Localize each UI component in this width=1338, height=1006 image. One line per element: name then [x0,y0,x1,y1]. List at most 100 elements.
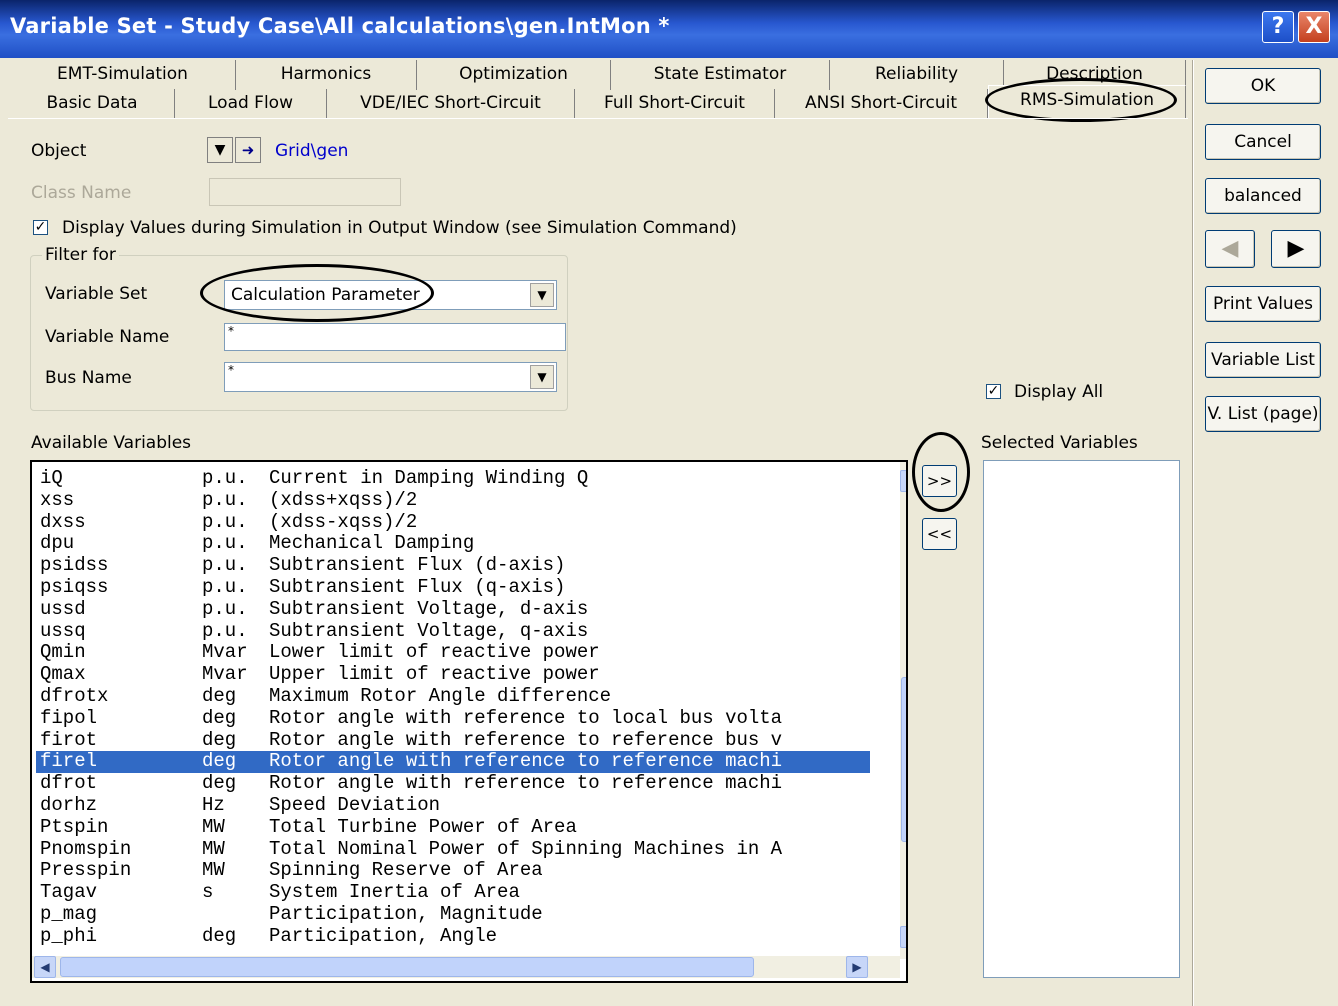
variable-name: dpu [40,532,75,555]
variable-desc: Participation, Angle [269,924,498,947]
cancel-button[interactable]: Cancel [1205,124,1321,160]
variable-row[interactable]: Qmax Mvar Upper limit of reactive power [40,664,874,686]
next-button[interactable]: ▶ [1271,230,1321,268]
tab-ansi-short-circuit[interactable]: ANSI Short-Circuit [775,89,988,119]
tab-optimization[interactable]: Optimization [417,60,611,90]
variable-row[interactable]: Ptspin MW Total Turbine Power of Area [40,815,874,839]
variable-name: dorhz [40,794,98,816]
v-list-page-button[interactable]: V. List (page) [1205,396,1321,432]
variable-name: firel [40,750,98,773]
variable-row[interactable]: dpu p.u. Mechanical Damping [40,533,874,555]
tab-full-short-circuit[interactable]: Full Short-Circuit [575,89,775,119]
annotation-ellipse-variable-set [200,264,434,322]
display-values-label: Display Values during Simulation in Outp… [62,218,737,238]
annotation-ellipse-tab [985,78,1177,122]
variable-unit: deg [202,706,237,729]
variable-name: Ptspin [40,815,109,838]
ok-button[interactable]: OK [1205,68,1321,104]
variable-name: dfrot [40,772,98,795]
filter-legend: Filter for [42,245,119,265]
chevron-down-icon[interactable]: ▼ [530,365,554,389]
variable-name-label: Variable Name [45,327,170,347]
tab-harmonics[interactable]: Harmonics [236,60,417,90]
print-values-button[interactable]: Print Values [1205,286,1321,322]
variable-name: Qmax [40,663,86,686]
object-jump-arrow-icon[interactable]: ➜ [235,137,261,163]
variable-desc: Lower limit of reactive power [269,641,600,664]
available-variables-label: Available Variables [31,433,192,453]
bus-name-value: * [228,363,234,377]
variable-unit: Mvar [202,641,248,664]
tab-basic-data[interactable]: Basic Data [10,89,175,119]
variable-row[interactable]: Tagav s System Inertia of Area [40,882,874,904]
variable-desc: Subtransient Flux (d-axis) [269,554,566,577]
selected-variables-list[interactable] [983,460,1180,978]
scroll-left-icon[interactable]: ◀ [34,956,56,978]
variable-name: dfrotx [40,685,109,707]
bus-name-select[interactable]: * ▼ [224,362,557,392]
variable-row[interactable]: firot deg Rotor angle with reference to re… [40,729,874,752]
variable-row[interactable]: firel deg Rotor angle with reference to re… [36,750,870,774]
variable-desc: Subtransient Flux (q-axis) [269,576,566,598]
remove-variable-button[interactable]: << [922,518,957,550]
available-variables-list[interactable]: iQ p.u. Current in Damping Winding Q xss p.u… [30,460,908,983]
object-link[interactable]: Grid\gen [275,141,348,161]
title-bar[interactable]: Variable Set - Study Case\All calculatio… [0,0,1338,58]
window-title: Variable Set - Study Case\All calculatio… [10,14,670,38]
chevron-down-icon[interactable]: ▼ [530,283,554,307]
variable-name: dxss [40,510,86,533]
variable-row[interactable]: Qmin Mvar Lower limit of reactive power [40,642,874,664]
tab-reliability[interactable]: Reliability [830,60,1004,90]
variable-row[interactable]: dorhz Hz Speed Deviation [40,795,874,817]
vertical-scrollbar[interactable]: ▲ ▼ [900,462,906,959]
variable-name: Qmin [40,641,86,664]
tab-load-flow[interactable]: Load Flow [175,89,327,119]
variable-unit: p.u. [202,619,248,642]
variable-row[interactable]: ussq p.u. Subtransient Voltage, q-axis [40,619,874,643]
variable-desc: (xdss-xqss)/2 [269,510,418,533]
variable-name: ussd [40,597,86,620]
variable-name: psiqss [40,576,109,598]
variable-unit: deg [202,924,237,947]
variable-unit: deg [202,685,237,707]
variable-row[interactable]: fipol deg Rotor angle with reference to lo… [40,706,874,730]
variable-row[interactable]: iQ p.u. Current in Damping Winding Q [40,468,874,490]
variable-desc: (xdss+xqss)/2 [269,488,418,511]
horizontal-scrollbar[interactable]: ◀ ▶ [32,956,900,978]
variable-row[interactable]: Presspin MW Spinning Reserve of Area [40,860,874,882]
variable-row[interactable]: dfrot deg Rotor angle with reference to re… [40,773,874,795]
variable-row[interactable]: dxss p.u. (xdss-xqss)/2 [40,510,874,534]
tab-emt-simulation[interactable]: EMT-Simulation [10,60,236,90]
horizontal-scroll-thumb[interactable] [60,957,754,977]
variable-row[interactable]: psiqss p.u. Subtransient Flux (q-axis) [40,577,874,599]
balanced-button[interactable]: balanced [1205,178,1321,214]
variable-desc: Subtransient Voltage, d-axis [269,597,589,620]
help-button[interactable]: ? [1262,11,1294,43]
variable-row[interactable]: p_phi deg Participation, Angle [40,924,874,948]
variable-row[interactable]: xss p.u. (xdss+xqss)/2 [40,488,874,512]
tab-vde-iec-short-circuit[interactable]: VDE/IEC Short-Circuit [327,89,575,119]
variable-row[interactable]: Pnomspin MW Total Nominal Power of Spinnin… [40,838,874,861]
previous-button[interactable]: ◀ [1205,230,1255,268]
variable-row[interactable]: p_mag Participation, Magnitude [40,904,874,926]
variable-row[interactable]: dfrotx deg Maximum Rotor Angle difference [40,686,874,708]
object-dropdown-button[interactable]: ▼ [207,137,233,163]
close-button[interactable]: X [1298,11,1330,43]
variable-name-input[interactable]: * [224,323,566,351]
tab-state-estimator[interactable]: State Estimator [611,60,830,90]
display-values-checkbox[interactable]: ✓ [33,220,48,235]
vertical-scroll-thumb[interactable] [901,677,906,842]
variable-desc: Rotor angle with reference to local bus … [269,706,783,729]
scroll-down-icon[interactable]: ▼ [900,926,906,948]
variable-desc: Maximum Rotor Angle difference [269,685,612,707]
variable-unit: Hz [202,794,225,816]
display-all-checkbox[interactable]: ✓ [986,384,1001,399]
variable-unit: p.u. [202,576,248,598]
scroll-right-icon[interactable]: ▶ [846,956,868,978]
bus-name-label: Bus Name [45,368,132,388]
variable-row[interactable]: psidss p.u. Subtransient Flux (d-axis) [40,555,874,577]
variable-list-button[interactable]: Variable List [1205,342,1321,378]
variable-desc: Rotor angle with reference to reference … [269,750,783,773]
scroll-up-icon[interactable]: ▲ [900,470,906,492]
variable-row[interactable]: ussd p.u. Subtransient Voltage, d-axis [40,597,874,621]
